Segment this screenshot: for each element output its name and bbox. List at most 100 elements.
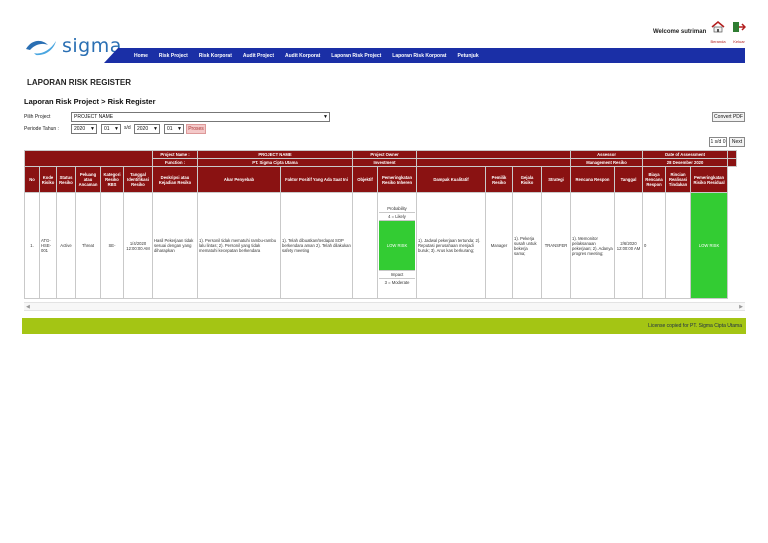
license-text: License copied for PT. Sigma Cipta Utama [648, 323, 742, 329]
page-title: LAPORAN RISK REGISTER [27, 78, 132, 87]
cell-peringkat-inheren: Probability 4 = Likely LOW RISK Impact 3… [376, 192, 418, 299]
risk-register-table: Project Name : PROJECT NAME Project Owne… [24, 150, 737, 299]
cell-gejala: 1). Pekerja susah untuk bekerja sama; [512, 192, 543, 299]
table-header-row: No Kode Risiko Status Resiko Peluang ata… [24, 166, 737, 193]
periode-label: Periode Tahun : [24, 126, 59, 132]
home-icon [711, 21, 725, 33]
sd-separator: s/d [124, 125, 131, 131]
table-meta-row: Project Name : PROJECT NAME Project Owne… [24, 150, 737, 167]
cell-deskripsi: Hasil Pekerjaan tidak sesuai dengan yang… [152, 192, 198, 299]
footer-bar: License copied for PT. Sigma Cipta Utama [22, 318, 746, 334]
col-header: Status Resiko [56, 166, 76, 193]
cell-pemilik: Manager [485, 192, 514, 299]
next-button[interactable]: Next [729, 137, 745, 147]
month-to-select[interactable]: 01 ▼ [164, 124, 184, 134]
sigma-logo-mark-icon [26, 40, 56, 56]
col-header: Gejala Risiko [512, 166, 543, 193]
date-of-assessment-label: Date of Assessment [642, 150, 729, 159]
impact-label: Impact [379, 271, 416, 279]
month-from-value: 01 [104, 126, 110, 132]
project-select[interactable]: PROJECT NAME ▼ [71, 112, 330, 122]
cell-dampak: 1). Jadwal pekerjaan tertunda; 2). Reput… [416, 192, 487, 299]
nav-laporan-risk-project[interactable]: Laporan Risk Project [331, 53, 381, 59]
col-header: Tanggal Identifikasi Resiko [123, 166, 153, 193]
cell-rincian [665, 192, 692, 299]
horizontal-scrollbar[interactable]: ◀ ▶ [24, 302, 745, 311]
month-to-value: 01 [167, 126, 173, 132]
exit-icon [733, 22, 747, 32]
col-header: Peluang atau Ancaman [75, 166, 101, 193]
year-to-value: 2020 [137, 126, 149, 132]
cell-rencana-respon: 1). Memonitor pelaksanaan pekerjaan; 2).… [570, 192, 616, 299]
nav-home[interactable]: Home [134, 53, 148, 59]
nav-audit-korporat[interactable]: Audit Korporat [285, 53, 320, 59]
probability-label: Probability [379, 205, 416, 213]
nav-audit-project[interactable]: Audit Project [243, 53, 274, 59]
cell-strategi: TRANSFER [541, 192, 572, 299]
project-name-value: PROJECT NAME [197, 150, 353, 159]
cell-kategori: SE- [100, 192, 124, 299]
col-header: Pemilik Resiko [485, 166, 514, 193]
col-header: Faktor Positif Yang Ada Saat Ini [280, 166, 353, 193]
home-button[interactable]: Beranda [709, 20, 727, 44]
welcome-text: Welcome sutriman [653, 29, 707, 35]
cell-tanggal: 1/4/2020 12:00:00 AM [123, 192, 153, 299]
year-to-select[interactable]: 2020 ▼ [134, 124, 160, 134]
inheren-risk-level: LOW RISK [379, 221, 416, 271]
cell-objektif [352, 192, 378, 299]
breadcrumb: Laporan Risk Project > Risk Register [24, 97, 156, 106]
cell-tanggal-respon: 2/6/2020 12:00:00 AM [614, 192, 644, 299]
convert-pdf-button[interactable]: Convert PDF [712, 112, 745, 122]
scroll-right-icon[interactable]: ▶ [739, 304, 743, 310]
chevron-down-icon: ▼ [153, 126, 158, 132]
chevron-down-icon: ▼ [323, 114, 328, 120]
assessor-label: Assessor [570, 150, 644, 159]
nav-petunjuk[interactable]: Petunjuk [457, 53, 478, 59]
function-value: PT. Sigma Cipta Utama [197, 158, 353, 167]
col-header: Strategi [541, 166, 572, 193]
project-label: Pilih Project [24, 114, 51, 120]
cell-akar-penyebab: 1). Personil tidak mematuhi rambu-rambu … [197, 192, 281, 299]
col-header: Rencana Respon [570, 166, 616, 193]
year-from-select[interactable]: 2020 ▼ [71, 124, 97, 134]
management-label: Management Resiko [570, 158, 644, 167]
col-header: Biaya Rencana Respon [642, 166, 667, 193]
project-select-value: PROJECT NAME [74, 114, 114, 120]
meta-empty-cell [416, 158, 572, 167]
col-header: Objektif [352, 166, 378, 193]
meta-empty-cell [416, 150, 572, 159]
scroll-left-icon[interactable]: ◀ [26, 304, 30, 310]
project-owner-label: Project Owner [351, 150, 418, 159]
cell-status: Active [56, 192, 76, 299]
function-label: Function : [152, 158, 198, 167]
proses-button[interactable]: Proses [186, 124, 206, 134]
chevron-down-icon: ▼ [114, 126, 119, 132]
exit-button[interactable]: Keluar [730, 20, 748, 44]
probability-value: 4 = Likely [379, 213, 416, 221]
main-navbar: Home Risk Project Risk Korporat Audit Pr… [104, 48, 745, 63]
col-header: Dampak Kualitatif [416, 166, 487, 193]
col-header: Deskripsi atau Kejadian Resiko [152, 166, 198, 193]
month-from-select[interactable]: 01 ▼ [101, 124, 121, 134]
meta-empty-cell [24, 150, 153, 167]
cell-no: 1. [24, 192, 40, 299]
investment-label: Investment [351, 158, 418, 167]
col-header: No [24, 166, 40, 193]
year-from-value: 2020 [74, 126, 86, 132]
chevron-down-icon: ▼ [177, 126, 182, 132]
nav-risk-project[interactable]: Risk Project [159, 53, 188, 59]
date-of-assessment-value: 28 Desember 2020 [642, 158, 729, 167]
impact-value: 3 = Moderate [384, 280, 410, 285]
cell-faktor-positif: 1). Telah dibuatkan/terdapat SOP berkend… [280, 192, 353, 299]
cell-biaya: 0 [642, 192, 667, 299]
cell-kode: ATG-HSE-001 [39, 192, 57, 299]
nav-laporan-risk-korporat[interactable]: Laporan Risk Korporat [392, 53, 446, 59]
exit-label: Keluar [733, 39, 745, 44]
cell-residual-risk: LOW RISK [690, 192, 729, 299]
col-header: Tanggal [614, 166, 644, 193]
col-header: Akar Penyebab [197, 166, 281, 193]
col-header: Kode Risiko [39, 166, 57, 193]
col-header: Pemeringkatan Resiko Inheren [376, 166, 418, 193]
nav-risk-korporat[interactable]: Risk Korporat [199, 53, 232, 59]
home-label: Beranda [710, 39, 726, 44]
